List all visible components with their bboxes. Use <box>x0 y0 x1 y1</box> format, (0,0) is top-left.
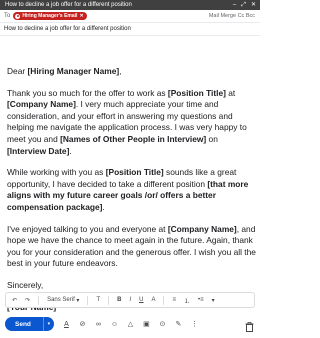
formatting-toolbar: ↶ ↷ Sans Serif ▾ T B I U A ≡ ⒈ •≡ ▾ <box>5 292 255 308</box>
font-size-icon[interactable]: T <box>96 297 100 303</box>
window-controls: – ⤢ ✕ <box>233 0 260 10</box>
emoji-icon[interactable]: ☺ <box>110 320 119 329</box>
divider <box>87 295 89 305</box>
link-icon[interactable]: ∞ <box>94 320 103 329</box>
divider <box>163 295 165 305</box>
divider <box>38 295 40 305</box>
numbered-list-icon[interactable]: ⒈ <box>184 296 190 305</box>
remove-recipient-icon[interactable]: ✕ <box>79 13 83 19</box>
to-label: To <box>4 13 11 19</box>
align-icon[interactable]: ≡ <box>172 297 176 303</box>
send-options-icon[interactable]: ▾ <box>42 317 54 331</box>
recipient-chip-label: Hiring Manager's Email <box>22 13 78 19</box>
confidential-icon[interactable]: ⊙ <box>158 320 167 329</box>
signature-icon[interactable]: ✎ <box>174 320 183 329</box>
more-options-icon[interactable]: ⋮ <box>190 320 199 329</box>
italic-icon[interactable]: I <box>129 297 131 303</box>
compose-title: How to decline a job offer for a differe… <box>5 2 132 8</box>
divider <box>108 295 110 305</box>
greeting: Dear [Hiring Manager Name], <box>7 66 122 76</box>
mailmerge-cc-bcc[interactable]: Mail Merge Cc Bcc <box>209 10 255 23</box>
expand-icon[interactable]: ⤢ <box>241 0 246 10</box>
sign-off: Sincerely, <box>7 279 44 290</box>
close-icon[interactable]: ✕ <box>251 0 256 10</box>
person-icon <box>15 13 21 19</box>
undo-icon[interactable]: ↶ <box>12 297 17 304</box>
hiring-manager-placeholder: [Hiring Manager Name] <box>27 66 120 76</box>
to-field[interactable]: To Hiring Manager's Email ✕ Mail Merge C… <box>0 10 260 23</box>
paragraph-closing: I've enjoyed talking to you and everyone… <box>7 223 256 269</box>
subject-field[interactable]: How to decline a job offer for a differe… <box>0 23 260 36</box>
compose-titlebar: How to decline a job offer for a differe… <box>0 0 260 10</box>
chevron-down-icon: ▾ <box>76 297 80 304</box>
paragraph-thanks: Thank you so much for the offer to work … <box>7 87 247 156</box>
attach-icon[interactable]: ⊘ <box>78 320 87 329</box>
more-formatting-icon[interactable]: ▾ <box>212 297 215 304</box>
paragraph-decline: While working with you as [Position Titl… <box>7 167 249 212</box>
minimize-icon[interactable]: – <box>233 0 236 10</box>
font-selector[interactable]: Sans Serif ▾ <box>47 297 79 304</box>
underline-icon[interactable]: U <box>139 297 143 303</box>
recipient-chip[interactable]: Hiring Manager's Email ✕ <box>13 12 87 20</box>
message-body[interactable]: Dear [Hiring Manager Name], Thank you so… <box>7 66 257 323</box>
formatting-options-icon[interactable]: A <box>62 320 71 329</box>
drive-icon[interactable]: △ <box>126 320 135 329</box>
photo-icon[interactable]: ▣ <box>142 320 151 329</box>
send-button[interactable]: Send <box>5 317 43 331</box>
bold-icon[interactable]: B <box>117 297 121 303</box>
compose-tools: A ⊘ ∞ ☺ △ ▣ ⊙ ✎ ⋮ <box>62 320 199 329</box>
compose-bottom-bar: Send ▾ A ⊘ ∞ ☺ △ ▣ ⊙ ✎ ⋮ <box>0 312 260 336</box>
discard-draft-icon[interactable] <box>245 319 254 337</box>
bulleted-list-icon[interactable]: •≡ <box>198 297 204 303</box>
redo-icon[interactable]: ↷ <box>25 297 30 304</box>
text-color-icon[interactable]: A <box>151 297 155 303</box>
